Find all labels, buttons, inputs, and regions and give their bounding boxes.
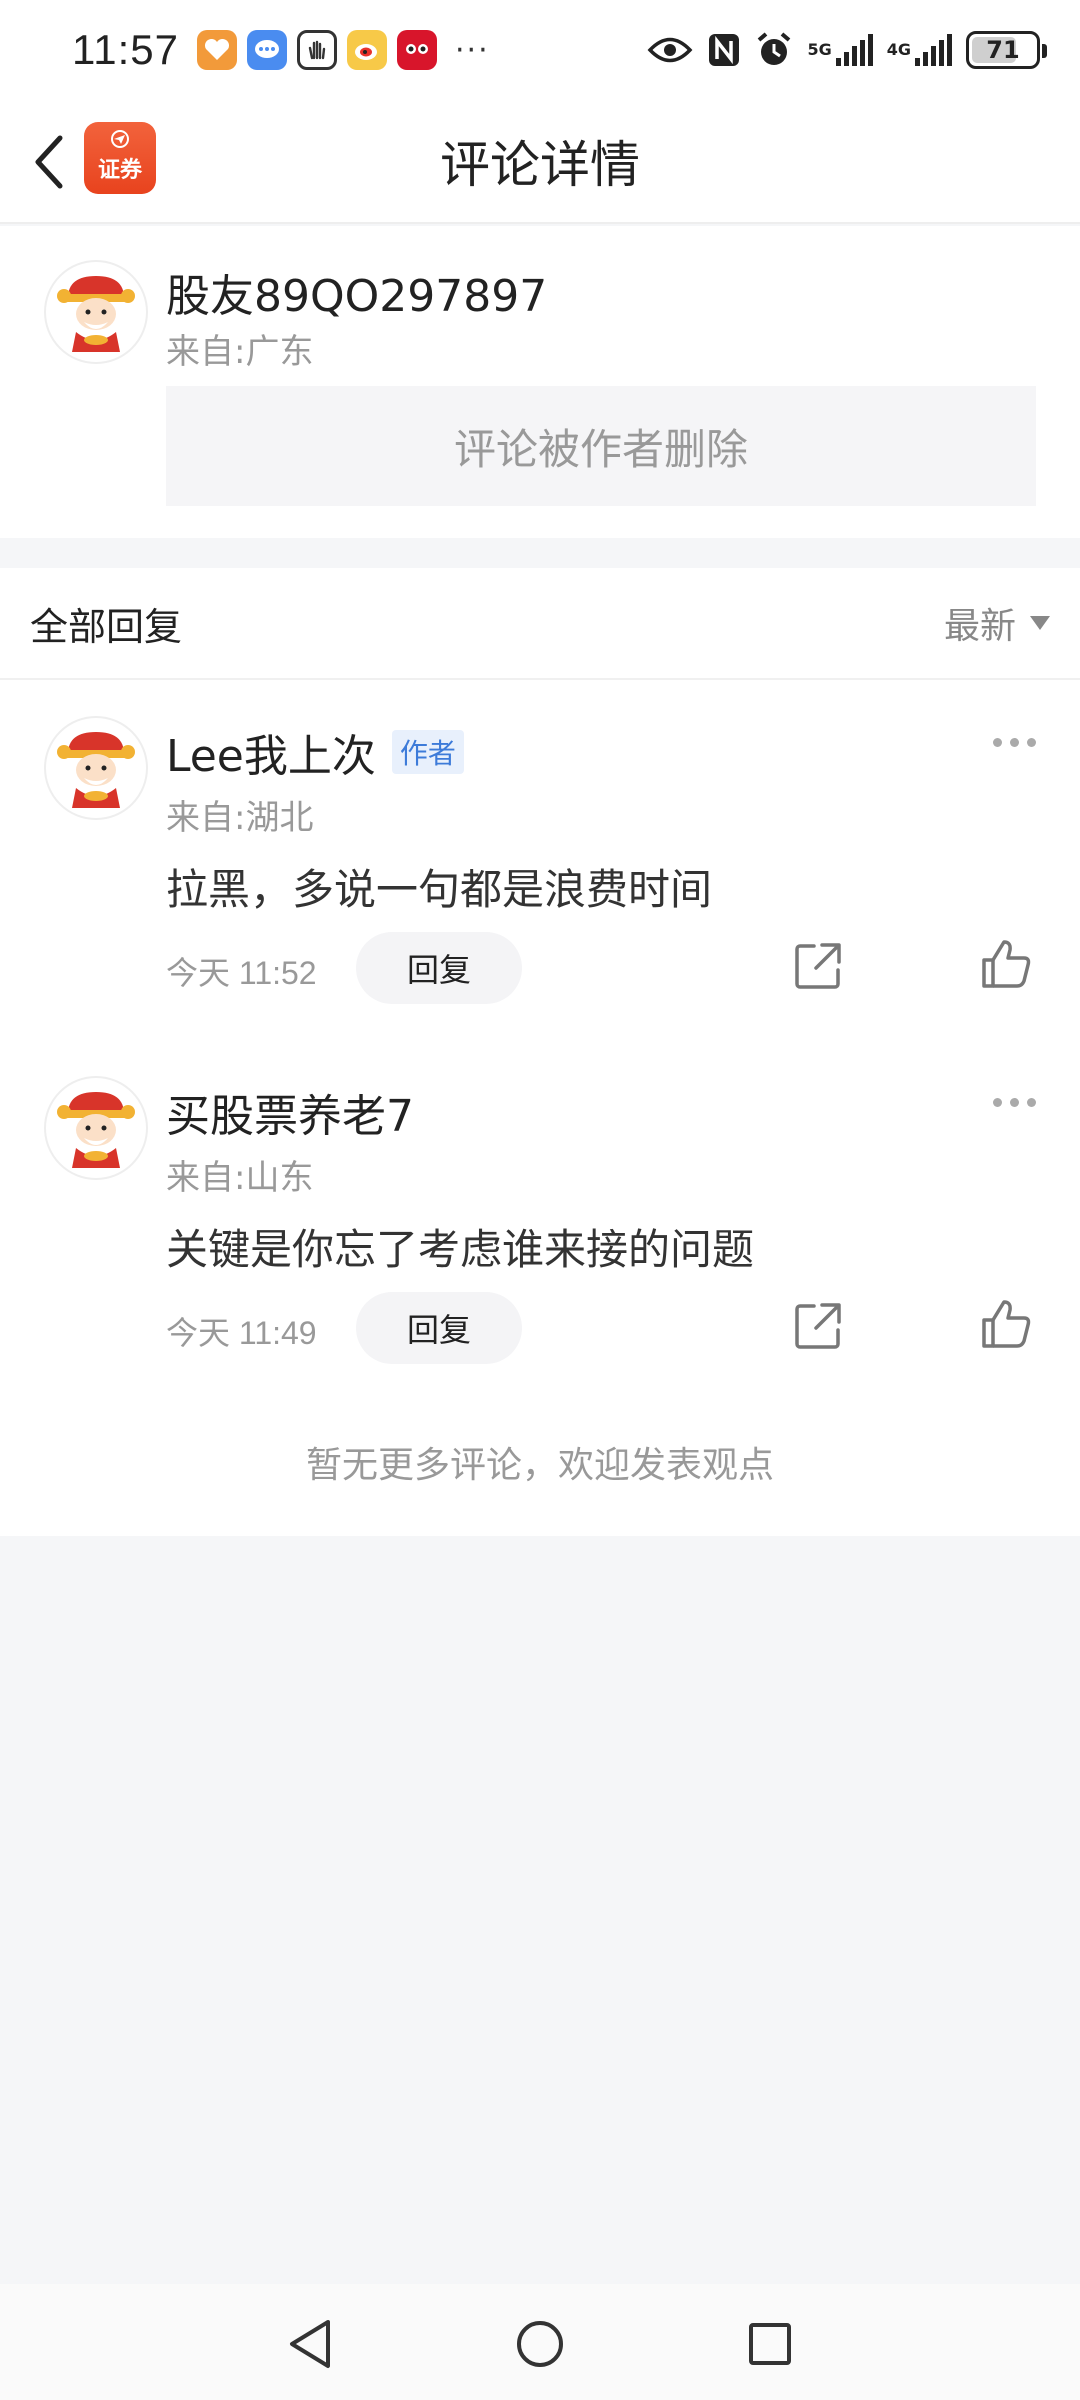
more-notifications: ···	[455, 32, 490, 68]
page-title: 评论详情	[440, 136, 640, 194]
app-logo-text: 证券	[97, 157, 142, 183]
tmall-app-icon	[397, 30, 437, 70]
chevron-left-icon	[35, 135, 63, 189]
status-bar: 11:57 ··· 5G 4G 71	[0, 0, 1080, 100]
author-badge: 作者	[391, 730, 464, 774]
replies-title: 全部回复	[30, 604, 183, 649]
reply-timestamp: 今天 11:52	[166, 955, 317, 991]
status-time: 11:57	[72, 26, 179, 73]
system-navigation-bar	[0, 2284, 1080, 2400]
reply-content: 关键是你忘了考虑谁来接的问题	[166, 1225, 755, 1274]
more-dot-icon	[993, 738, 1002, 747]
reply-author[interactable]: 买股票养老7	[166, 1080, 414, 1144]
nav-home-button[interactable]	[510, 2314, 570, 2374]
more-options-button[interactable]	[993, 738, 1036, 747]
comment-author-name[interactable]: 股友89QO297897	[166, 260, 547, 324]
square-recents-icon	[749, 2323, 791, 2365]
like-button[interactable]	[978, 1296, 1034, 1352]
signal-4g-icon: 4G	[887, 30, 952, 70]
sort-dropdown[interactable]: 最新	[944, 597, 1050, 649]
battery-icon: 71	[966, 31, 1047, 69]
fortune-god-avatar-icon	[57, 276, 135, 352]
caret-down-icon	[1030, 616, 1050, 630]
main-comment: 股友89QO297897 来自:广东 评论被作者删除	[0, 226, 1080, 538]
more-dot-icon	[993, 1098, 1002, 1107]
comment-location: 来自:广东	[166, 332, 314, 372]
signal-5g-icon: 5G	[807, 30, 873, 70]
more-dot-icon	[1010, 738, 1019, 747]
back-button[interactable]	[24, 132, 74, 192]
reply-location: 来自:湖北	[166, 798, 314, 838]
sort-label: 最新	[943, 606, 1016, 647]
more-dot-icon	[1027, 738, 1036, 747]
reply-timestamp: 今天 11:49	[166, 1315, 317, 1351]
thumbs-up-icon	[982, 1300, 1031, 1348]
top-app-bar: 证券 评论详情	[0, 100, 1080, 224]
thumbs-up-icon	[982, 940, 1031, 988]
reply-item: 买股票养老7 来自:山东 关键是你忘了考虑谁来接的问题 今天 11:49 回复	[0, 1040, 1080, 1380]
gesture-app-icon	[297, 30, 337, 70]
share-button[interactable]	[792, 1300, 844, 1352]
share-button[interactable]	[792, 940, 844, 992]
reply-author-name: Lee我上次	[166, 731, 376, 782]
comment-detail-page: 11:57 ··· 5G 4G 71 证券 评论详情 股友89QO297897 …	[0, 0, 1080, 2400]
reply-button[interactable]: 回复	[356, 1292, 522, 1364]
reply-location: 来自:山东	[166, 1158, 314, 1198]
more-dot-icon	[1027, 1098, 1036, 1107]
fortune-god-avatar-icon	[57, 1092, 135, 1168]
triangle-back-icon	[290, 2320, 330, 2368]
weibo-app-icon	[347, 30, 387, 70]
avatar[interactable]	[44, 1076, 148, 1180]
like-button[interactable]	[978, 936, 1034, 992]
share-icon	[795, 943, 841, 989]
fortune-god-avatar-icon	[57, 732, 135, 808]
no-more-comments-text: 暂无更多评论，欢迎发表观点	[305, 1445, 774, 1486]
app-logo[interactable]: 证券	[84, 122, 156, 194]
battery-level: 71	[986, 36, 1020, 64]
reply-author-name: 买股票养老7	[166, 1091, 414, 1142]
reply-item: Lee我上次 作者 来自:湖北 拉黑，多说一句都是浪费时间 今天 11:52 回…	[0, 680, 1080, 1020]
notification-icons: ···	[197, 30, 490, 70]
reply-content: 拉黑，多说一句都是浪费时间	[166, 865, 713, 914]
nav-back-button[interactable]	[280, 2314, 340, 2374]
alarm-icon	[755, 30, 793, 70]
deleted-comment-notice: 评论被作者删除	[166, 386, 1036, 506]
health-app-icon	[197, 30, 237, 70]
nfc-icon	[707, 30, 741, 70]
circle-home-icon	[517, 2321, 563, 2367]
eye-icon	[647, 30, 693, 70]
reply-author[interactable]: Lee我上次 作者	[166, 720, 464, 784]
replies-header: 全部回复 最新	[0, 568, 1080, 680]
more-options-button[interactable]	[993, 1098, 1036, 1107]
more-dot-icon	[1010, 1098, 1019, 1107]
avatar[interactable]	[44, 716, 148, 820]
system-icons: 5G 4G 71	[647, 30, 1047, 70]
nav-recents-button[interactable]	[740, 2314, 800, 2374]
paper-plane-icon	[111, 130, 129, 148]
message-app-icon	[247, 30, 287, 70]
share-icon	[795, 1303, 841, 1349]
avatar[interactable]	[44, 260, 148, 364]
replies-section: 全部回复 最新 Lee我上次 作者 来自:湖北 拉黑，多说一句都是浪费时间 今天…	[0, 568, 1080, 1536]
reply-button[interactable]: 回复	[356, 932, 522, 1004]
